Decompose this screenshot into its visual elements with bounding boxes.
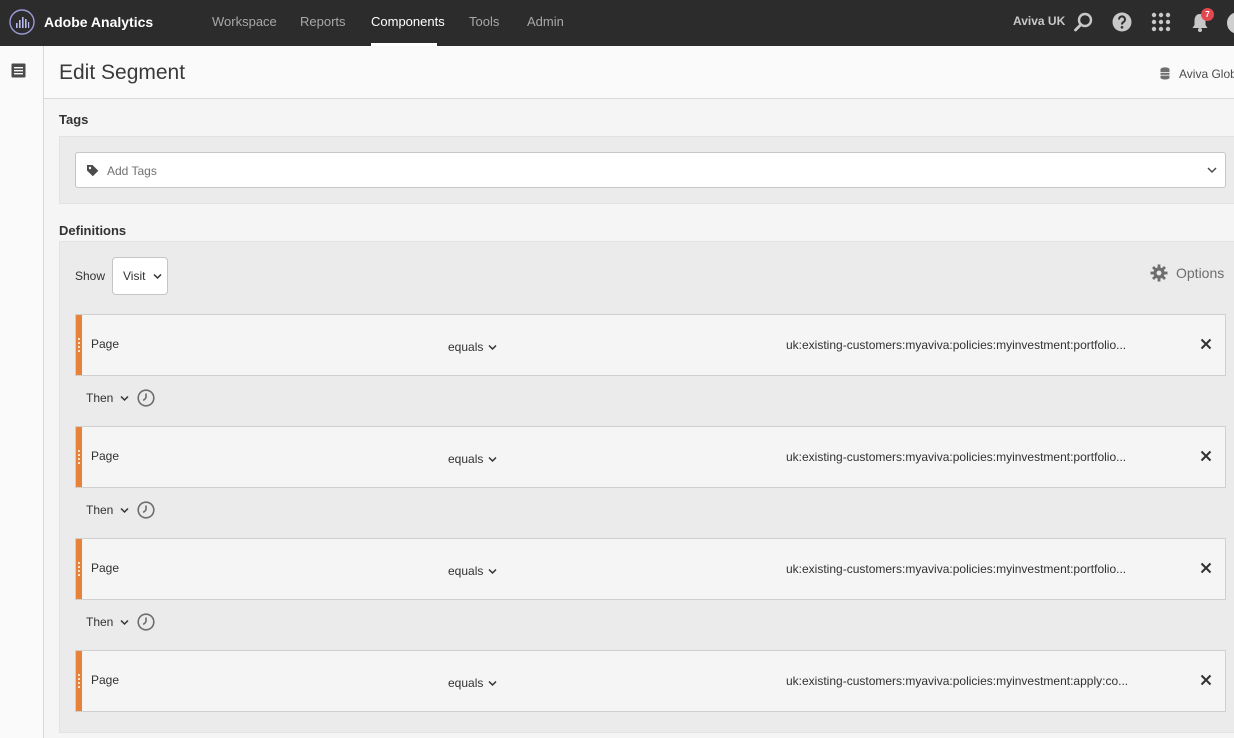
clock-icon[interactable] — [137, 613, 155, 631]
tag-icon — [87, 165, 99, 177]
definitions-panel: Show Visit Options Page equals uk:existi… — [59, 241, 1234, 733]
tags-input[interactable]: Add Tags — [75, 152, 1226, 188]
top-nav-bar: Adobe Analytics Workspace Reports Compon… — [0, 0, 1234, 46]
clock-icon[interactable] — [137, 389, 155, 407]
drag-dots-icon — [78, 674, 80, 688]
database-icon — [1160, 67, 1170, 80]
show-container-value: Visit — [123, 269, 146, 283]
rule-row[interactable]: Page equals uk:existing-customers:myaviv… — [75, 426, 1226, 488]
rule-dimension[interactable]: Page — [91, 673, 119, 687]
org-switcher[interactable]: Aviva UK — [1013, 14, 1065, 28]
then-label[interactable]: Then — [86, 615, 113, 629]
rule-value[interactable]: uk:existing-customers:myaviva:policies:m… — [786, 674, 1128, 688]
segments-panel-icon[interactable] — [11, 63, 26, 78]
close-icon[interactable] — [1200, 450, 1212, 462]
clock-icon[interactable] — [137, 501, 155, 519]
adobe-analytics-logo-icon — [9, 9, 35, 35]
chevron-down-icon[interactable] — [488, 344, 497, 351]
chevron-down-icon[interactable] — [120, 619, 129, 626]
nav-reports[interactable]: Reports — [300, 14, 346, 29]
then-label[interactable]: Then — [86, 391, 113, 405]
page-header: Edit Segment Aviva Glob — [44, 46, 1234, 99]
report-suite-selector[interactable]: Aviva Glob — [1179, 67, 1234, 81]
rule-value[interactable]: uk:existing-customers:myaviva:policies:m… — [786, 562, 1126, 576]
then-label[interactable]: Then — [86, 503, 113, 517]
chevron-down-icon[interactable] — [488, 568, 497, 575]
app-name: Adobe Analytics — [44, 14, 154, 30]
options-label: Options — [1176, 265, 1225, 281]
chevron-down-icon[interactable] — [488, 680, 497, 687]
tags-panel: Add Tags — [59, 136, 1234, 204]
chevron-down-icon[interactable] — [488, 456, 497, 463]
nav-admin[interactable]: Admin — [527, 14, 564, 29]
gear-icon — [1150, 264, 1168, 282]
left-rail — [0, 46, 44, 738]
apps-grid-icon[interactable] — [1150, 11, 1172, 33]
tags-heading: Tags — [59, 112, 89, 127]
close-icon[interactable] — [1200, 338, 1212, 350]
nav-components[interactable]: Components — [371, 14, 445, 29]
search-icon[interactable] — [1072, 11, 1094, 33]
rule-row[interactable]: Page equals uk:existing-customers:myaviv… — [75, 314, 1226, 376]
rule-operator[interactable]: equals — [448, 340, 483, 354]
close-icon[interactable] — [1200, 674, 1212, 686]
rule-row[interactable]: Page equals uk:existing-customers:myaviv… — [75, 538, 1226, 600]
close-icon[interactable] — [1200, 562, 1212, 574]
show-container-select[interactable]: Visit — [112, 257, 168, 295]
rule-operator[interactable]: equals — [448, 564, 483, 578]
notification-badge: 7 — [1201, 8, 1214, 21]
drag-dots-icon — [78, 338, 80, 352]
rule-row[interactable]: Page equals uk:existing-customers:myaviv… — [75, 650, 1226, 712]
help-icon[interactable] — [1111, 11, 1133, 33]
rule-operator[interactable]: equals — [448, 452, 483, 466]
rule-operator[interactable]: equals — [448, 676, 483, 690]
chevron-down-icon[interactable] — [120, 507, 129, 514]
drag-dots-icon — [78, 450, 80, 464]
definitions-heading: Definitions — [59, 223, 127, 238]
rule-dimension[interactable]: Page — [91, 337, 119, 351]
chevron-down-icon — [153, 273, 162, 280]
nav-workspace[interactable]: Workspace — [212, 14, 277, 29]
rule-value[interactable]: uk:existing-customers:myaviva:policies:m… — [786, 450, 1126, 464]
nav-tools[interactable]: Tools — [469, 14, 499, 29]
page-title: Edit Segment — [59, 61, 186, 84]
chevron-down-icon[interactable] — [120, 395, 129, 402]
segment-builder: Tags Add Tags Definitions Show Visit Opt… — [44, 99, 1234, 738]
drag-dots-icon — [78, 562, 80, 576]
chevron-down-icon[interactable] — [1207, 166, 1217, 174]
show-label: Show — [75, 269, 106, 283]
rule-dimension[interactable]: Page — [91, 449, 119, 463]
brand[interactable]: Adobe Analytics — [9, 9, 153, 35]
options-button[interactable]: Options — [1150, 264, 1224, 282]
rule-value[interactable]: uk:existing-customers:myaviva:policies:m… — [786, 338, 1126, 352]
avatar[interactable] — [1227, 12, 1234, 34]
tags-placeholder: Add Tags — [107, 164, 157, 178]
rule-dimension[interactable]: Page — [91, 561, 119, 575]
